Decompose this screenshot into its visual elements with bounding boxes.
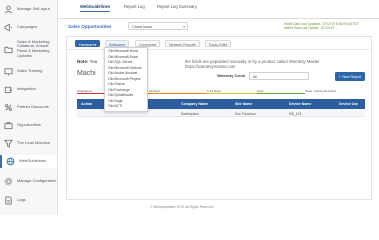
chevron-down-icon: ▾ [183, 24, 185, 29]
sidebar-item-label: Manage Configuration [17, 177, 57, 183]
client-select-value: Chost Icons [132, 24, 153, 29]
warranty-count-value: All [253, 74, 257, 79]
sidebar-item-integration[interactable]: Integration [0, 84, 57, 94]
sidebar-item-manage-configuration[interactable]: Manage Configuration [0, 176, 57, 186]
software-dropdown-menu: Old Microsoft Word Old Microsoft Excel O… [104, 47, 148, 113]
tab-report-log-summary[interactable]: Report Log Summary [157, 4, 197, 9]
puzzle-icon [4, 85, 13, 94]
document-icon [4, 195, 13, 205]
section-title: Machi [77, 70, 96, 77]
column-header[interactable]: Company Name [181, 102, 208, 106]
sidebar-item-label: Logs [17, 196, 26, 202]
warranty-count-select[interactable]: All [249, 72, 309, 80]
page-title: Sales Opportunities [68, 24, 112, 29]
note-label: Note: [77, 59, 89, 64]
sidebar-item-label: Manage Self-Input [17, 5, 50, 11]
sidebar-item-label: Sales & Marketing Collateral, Annual Pla… [17, 38, 50, 58]
sidebar-item-label: The Lead Machine [17, 139, 51, 145]
column-header[interactable]: Action [81, 102, 92, 106]
update-line: ##### Data Last Update - 5/7/2019 ... [284, 26, 338, 30]
sidebar-item-collateral[interactable]: Sales & Marketing Collateral, Annual Pla… [0, 38, 57, 60]
note-body: You [89, 59, 98, 64]
legend-bar-over [257, 92, 305, 95]
sidebar-item-label: Partner Discounts [17, 103, 49, 109]
new-report-button[interactable]: + New Report [335, 72, 365, 81]
records-count: Total: 1 Records found [305, 89, 336, 93]
legend-bar-90-days [149, 92, 207, 95]
data-update-info: W### Data Last Updated - 5/7/2019 8:36:0… [284, 22, 376, 30]
megaphone-icon [4, 23, 13, 32]
percent-icon [4, 103, 13, 112]
globe-icon [6, 157, 15, 166]
sidebar-item-logs[interactable]: Logs [0, 195, 57, 205]
sidebar-item-label: Sales Training [17, 67, 43, 73]
footer-copyright: © WarrantyMaster 2019. All Rights Reserv… [150, 205, 214, 209]
sidebar-item-partner-discounts[interactable]: Partner Discounts [0, 102, 57, 112]
note-text: Note: You [77, 59, 97, 64]
network-report-button[interactable]: Network Report▾ [165, 40, 200, 47]
cell-company: Marketplace [181, 111, 199, 116]
sidebar-item-webguidelines[interactable]: WebGuidelines [0, 155, 57, 168]
contracts-button[interactable]: Contracts▾ [135, 40, 161, 47]
new-report-label: New Report [342, 74, 362, 79]
hardware-button[interactable]: Hardware▾ [75, 40, 101, 47]
sidebar: Manage Self-Input Campaigns Sales & Mark… [0, 0, 58, 215]
user-icon [4, 5, 13, 14]
software-button[interactable]: Software▾ [105, 40, 129, 47]
cell-device: MS_123 [289, 111, 302, 116]
dropdown-item[interactable]: Old ACT! [105, 104, 147, 110]
note-detail: the fields are populated manually or by … [185, 59, 320, 69]
legend-bar-6-12-days [207, 92, 257, 95]
sidebar-item-sales-training[interactable]: Sales Training [0, 66, 57, 76]
sidebar-item-lead-machine[interactable]: The Lead Machine [0, 138, 57, 148]
folder-icon [4, 45, 13, 54]
cell-site: San Francisco [235, 111, 257, 116]
sidebar-item-label: Campaigns [17, 23, 38, 29]
training-icon [4, 67, 13, 76]
tab-report-log[interactable]: Report Log [124, 4, 145, 9]
column-header[interactable]: Site Name [235, 102, 252, 106]
tab-webguidelines[interactable]: WebGuidelines [80, 4, 111, 12]
warranty-count-label: Warranty Count [217, 74, 246, 78]
briefcase-icon [4, 121, 13, 130]
column-header[interactable]: Device Name [289, 102, 311, 106]
column-header[interactable]: Device Use [339, 102, 358, 106]
funnel-icon [4, 139, 13, 148]
sidebar-item-label: Integration [17, 85, 36, 91]
gear-icon [4, 177, 13, 186]
plus-icon: + [338, 74, 341, 79]
sidebar-item-manage-self-input[interactable]: Manage Self-Input [0, 4, 57, 14]
sidebar-item-label: Opportunities [17, 121, 41, 127]
sidebar-item-label: WebGuidelines [19, 158, 47, 164]
equip-edit-button[interactable]: Equip Edit▾ [205, 40, 232, 47]
page-subheader: Sales Opportunities Chost Icons ▾ W### D… [58, 19, 379, 33]
sidebar-item-campaigns[interactable]: Campaigns [0, 22, 57, 32]
sidebar-item-opportunities[interactable]: Opportunities [0, 120, 57, 130]
client-select[interactable]: Chost Icons ▾ [128, 22, 188, 30]
top-tab-bar: WebGuidelines Report Log Report Log Summ… [58, 0, 379, 19]
